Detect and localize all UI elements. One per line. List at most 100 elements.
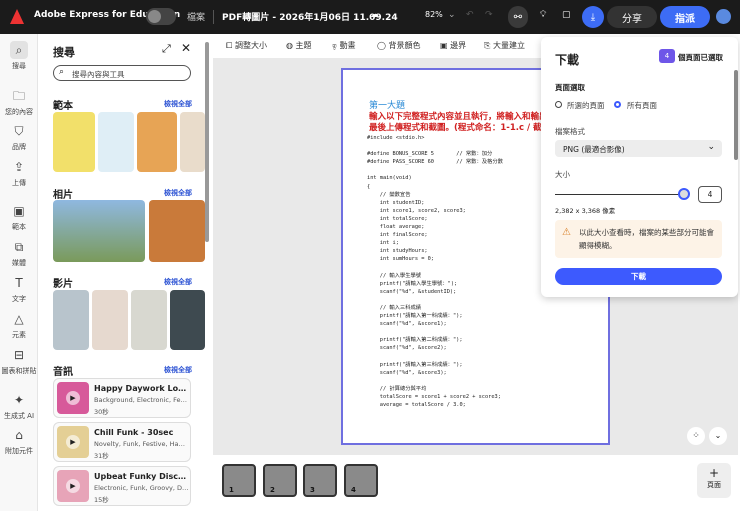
video-thumb[interactable] <box>92 290 128 350</box>
animation-button[interactable]: ඉ 動畫 <box>332 40 356 51</box>
comment-icon[interactable]: ▢ <box>562 10 571 20</box>
view-all-templates[interactable]: 檢視全部 <box>164 99 192 109</box>
photo-thumb[interactable] <box>149 200 205 262</box>
zoom-level[interactable]: 82% <box>425 10 443 19</box>
audio-tags: Background, Electronic, Festive <box>94 396 189 404</box>
rail-item-charts[interactable]: ⊟ 圖表和拼貼 <box>0 346 38 376</box>
expand-icon[interactable]: ⤢ <box>162 42 171 56</box>
rail-item-addons[interactable]: ⌂ 附加元件 <box>0 426 38 456</box>
rail-item-media[interactable]: ⧉ 媒體 <box>0 238 38 268</box>
template-thumb[interactable] <box>137 112 177 172</box>
template-thumb[interactable] <box>53 112 95 172</box>
chevron-down-icon[interactable]: ⌄ <box>448 10 456 20</box>
assign-button[interactable]: 指派 <box>660 6 710 28</box>
size-input[interactable]: 4 <box>698 186 722 203</box>
size-label: 大小 <box>555 170 570 179</box>
rail-item-brand[interactable]: ⛉ 品牌 <box>0 122 38 152</box>
grid-view-icon[interactable]: ⁘ <box>687 427 705 445</box>
search-input[interactable]: ⌕ 搜尋內容與工具 <box>53 65 191 81</box>
template-thumb[interactable] <box>98 112 134 172</box>
template-thumb[interactable] <box>180 112 205 172</box>
play-icon[interactable]: ▶ <box>66 391 80 405</box>
file-menu[interactable]: 檔案 <box>187 10 205 23</box>
audio-item[interactable]: ▶ Chill Funk - 30sec Novelty, Funk, Festiv… <box>53 422 191 462</box>
play-icon[interactable]: ▶ <box>66 479 80 493</box>
download-popover: 下載 4 個頁面已選取 頁面選取 所選的頁面 所有頁面 檔案格式 PNG (最適… <box>541 37 738 297</box>
audio-item[interactable]: ▶ Upbeat Funky Disco with Groove Electroni… <box>53 466 191 506</box>
avatar[interactable] <box>716 9 731 24</box>
search-icon: ⌕ <box>10 41 28 59</box>
selected-count-badge: 4 <box>659 49 675 63</box>
theme-button[interactable]: ◍ 主題 <box>286 40 312 51</box>
rail-item-search[interactable]: ⌕ 搜尋 <box>0 41 38 71</box>
rail-item-text[interactable]: T 文字 <box>0 274 38 304</box>
page-number: 3 <box>310 486 315 494</box>
download-button[interactable]: 下載 <box>555 268 722 285</box>
dimensions-text: 2,382 x 3,368 像素 <box>555 207 616 215</box>
radio-selected-pages[interactable] <box>555 101 562 108</box>
page-thumbnail[interactable]: 2 <box>263 464 297 497</box>
page-thumbnail[interactable]: 3 <box>303 464 337 497</box>
redo-icon[interactable]: ↷ <box>485 10 493 20</box>
radio-all-pages-label[interactable]: 所有頁面 <box>627 100 657 111</box>
plus-icon: + <box>708 466 720 480</box>
video-thumb[interactable] <box>170 290 205 350</box>
template-icon: ▣ <box>13 204 25 218</box>
cloud-icon: ☁ <box>370 10 379 20</box>
animation-label: 動畫 <box>339 41 356 50</box>
media-icon: ⧉ <box>14 240 24 254</box>
rail-label: 附加元件 <box>5 447 33 455</box>
rail-item-elements[interactable]: △ 元素 <box>0 310 38 340</box>
margins-button[interactable]: ▣ 邊界 <box>440 40 466 51</box>
size-slider-handle[interactable] <box>678 188 690 200</box>
format-select[interactable]: PNG (最適合影像) ⌄ <box>555 140 722 157</box>
undo-icon[interactable]: ↶ <box>466 10 474 20</box>
size-slider[interactable] <box>555 194 685 195</box>
view-all-videos[interactable]: 檢視全部 <box>164 277 192 287</box>
lightbulb-icon[interactable]: 💡︎ <box>540 10 546 20</box>
view-all-audio[interactable]: 檢視全部 <box>164 365 192 375</box>
search-icon: ⌕ <box>59 67 65 77</box>
resize-button[interactable]: ⧠ 調整大小 <box>226 40 267 51</box>
photo-thumb[interactable] <box>53 200 145 262</box>
page-thumbnail[interactable]: 4 <box>344 464 378 497</box>
adobe-logo-icon[interactable] <box>10 9 24 24</box>
rail-label: 搜尋 <box>12 62 26 70</box>
upload-icon: ⇪ <box>13 160 25 174</box>
folder-icon: 🗀 <box>12 89 25 103</box>
collaborate-icon[interactable]: ⚯ <box>508 6 528 28</box>
rail-item-templates[interactable]: ▣ 範本 <box>0 202 38 232</box>
close-icon[interactable]: ✕ <box>181 41 191 55</box>
page-number: 4 <box>351 486 356 494</box>
video-thumb[interactable] <box>53 290 89 350</box>
chevron-down-icon[interactable]: ⌄ <box>709 427 727 445</box>
brand-icon: ⛉ <box>14 124 24 138</box>
page-thumbnail[interactable]: 1 <box>222 464 256 497</box>
rail-label: 您的內容 <box>5 108 33 116</box>
theme-label: 主題 <box>295 41 312 50</box>
panel-scrollbar[interactable] <box>205 42 209 242</box>
selected-label: 個頁面已選取 <box>678 53 723 62</box>
rail-item-generative-ai[interactable]: ✦ 生成式 AI <box>0 391 38 421</box>
video-thumb[interactable] <box>131 290 167 350</box>
bulk-create-button[interactable]: ⎘ 大量建立 <box>484 40 525 51</box>
play-icon[interactable]: ▶ <box>66 435 80 449</box>
chevron-down-icon: ⌄ <box>707 142 715 152</box>
download-icon[interactable]: ⤓ <box>582 6 604 28</box>
section-videos: 影片 <box>53 279 73 290</box>
toolbar: ⧠ 調整大小 ◍ 主題 ඉ 動畫 ◯ 背景顏色 ▣ 邊界 ⎘ 大量建立 <box>213 34 543 58</box>
share-button[interactable]: 分享 <box>607 6 657 28</box>
education-toggle[interactable] <box>146 8 176 25</box>
background-color-button[interactable]: ◯ 背景顏色 <box>377 40 421 51</box>
rail-item-upload[interactable]: ⇪ 上傳 <box>0 158 38 188</box>
add-page-button[interactable]: + 頁面 <box>697 463 731 498</box>
radio-all-pages[interactable] <box>614 101 621 108</box>
left-rail: ⌕ 搜尋 🗀 您的內容 ⛉ 品牌 ⇪ 上傳 ▣ 範本 ⧉ 媒體 T 文字 △ 元素 ⊟ 圖表和拼貼… <box>0 34 38 511</box>
rail-label: 圖表和拼貼 <box>1 367 37 375</box>
bulk-create-label: 大量建立 <box>492 41 525 50</box>
radio-selected-pages-label[interactable]: 所選的頁面 <box>567 100 605 111</box>
view-all-photos[interactable]: 檢視全部 <box>164 188 192 198</box>
rail-item-your-content[interactable]: 🗀 您的內容 <box>0 87 38 117</box>
canvas-scrollbar[interactable] <box>734 70 738 160</box>
audio-item[interactable]: ▶ Happy Daywork Loop Background, Electroni… <box>53 378 191 418</box>
